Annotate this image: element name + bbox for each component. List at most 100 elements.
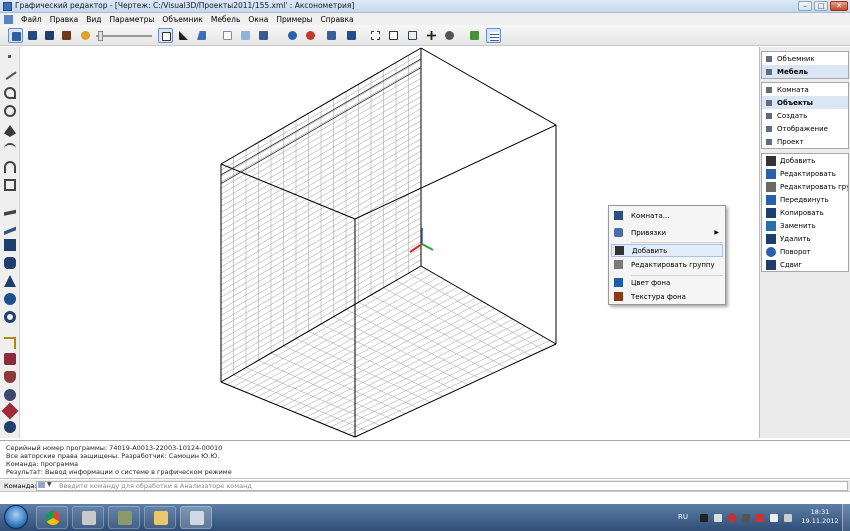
undo-button[interactable] xyxy=(285,28,300,43)
tray-app-icon[interactable] xyxy=(700,514,708,522)
zoom-slider-thumb[interactable] xyxy=(98,31,103,41)
box-tool-icon[interactable] xyxy=(4,239,16,251)
taskbar-chrome[interactable] xyxy=(36,506,68,529)
menu-view[interactable]: Вид xyxy=(82,15,105,24)
section-room[interactable]: Комната xyxy=(762,83,848,96)
view-textured-button[interactable] xyxy=(42,28,57,43)
zoom-window-button[interactable] xyxy=(386,28,401,43)
maximize-button[interactable]: □ xyxy=(814,1,828,11)
shell-tool-icon[interactable] xyxy=(4,421,16,433)
taskbar-editor[interactable] xyxy=(180,506,212,529)
tray-app-icon[interactable] xyxy=(742,514,750,522)
perspective-button[interactable] xyxy=(194,28,209,43)
rectangle-tool-icon[interactable] xyxy=(4,179,16,191)
loft-tool-icon[interactable] xyxy=(4,389,16,401)
menu-parameters[interactable]: Параметры xyxy=(106,15,159,24)
taskbar-app-2[interactable] xyxy=(72,506,104,529)
document-icon[interactable] xyxy=(4,14,13,24)
line-tool-icon[interactable] xyxy=(3,68,17,80)
close-button[interactable]: ✕ xyxy=(830,1,848,11)
open-file-button[interactable] xyxy=(238,28,253,43)
sphere-tool-icon[interactable] xyxy=(4,293,16,305)
ctx-room[interactable]: Комната... xyxy=(611,209,723,222)
render-button[interactable] xyxy=(467,28,482,43)
ellipse-tool-icon[interactable] xyxy=(4,125,16,137)
profile-tool-icon[interactable] xyxy=(4,337,16,349)
section-objects[interactable]: Объекты xyxy=(762,96,848,109)
section-project[interactable]: Проект xyxy=(762,135,848,148)
command-history-icon[interactable] xyxy=(38,482,45,488)
menu-file[interactable]: Файл xyxy=(17,15,46,24)
command-shift[interactable]: Сдвиг xyxy=(762,258,848,271)
command-delete[interactable]: Удалить xyxy=(762,232,848,245)
battery-icon[interactable] xyxy=(770,514,778,522)
tray-app-icon[interactable] xyxy=(756,514,764,522)
taskbar-app-3[interactable] xyxy=(108,506,140,529)
material-button[interactable] xyxy=(59,28,74,43)
ctx-snaps[interactable]: Привязки ▶ xyxy=(611,226,723,239)
cone-tool-icon[interactable] xyxy=(4,275,16,287)
zoom-button[interactable] xyxy=(405,28,420,43)
menu-volume[interactable]: Объемник xyxy=(158,15,206,24)
spline-tool-icon[interactable] xyxy=(4,143,16,155)
circle-tool-icon[interactable] xyxy=(4,105,16,117)
pan-button[interactable] xyxy=(424,28,439,43)
command-add[interactable]: Добавить xyxy=(762,154,848,167)
command-edit-group[interactable]: Редактировать гру... xyxy=(762,180,848,193)
point-tool-icon[interactable] xyxy=(8,55,11,58)
plane-tool-icon[interactable] xyxy=(4,209,16,216)
chevron-down-icon[interactable]: ▼ xyxy=(47,481,52,488)
clock[interactable]: 18:31 19.11.2012 xyxy=(800,508,840,526)
ctx-add[interactable]: Добавить xyxy=(611,244,723,257)
command-move[interactable]: Передвинуть xyxy=(762,193,848,206)
menu-examples[interactable]: Примеры xyxy=(272,15,316,24)
section-display[interactable]: Отображение xyxy=(762,122,848,135)
volume-icon[interactable] xyxy=(784,514,792,522)
module-furniture[interactable]: Мебель xyxy=(762,65,848,78)
menu-windows[interactable]: Окна xyxy=(244,15,272,24)
zoom-slider[interactable] xyxy=(96,35,152,37)
sweep-tool-icon[interactable] xyxy=(1,402,19,420)
torus-tool-icon[interactable] xyxy=(4,311,16,323)
show-desktop-button[interactable] xyxy=(842,504,850,531)
output-console[interactable]: Серийный номер программы: 74019-A0013-22… xyxy=(0,440,850,479)
wall-tool-icon[interactable] xyxy=(4,226,16,235)
revolve-tool-icon[interactable] xyxy=(4,371,16,383)
ctx-edit-group[interactable]: Редактировать группу xyxy=(611,258,723,271)
language-indicator[interactable]: RU xyxy=(678,513,688,521)
zoom-extents-button[interactable] xyxy=(368,28,383,43)
cylinder-tool-icon[interactable] xyxy=(4,257,16,269)
section-create[interactable]: Создать xyxy=(762,109,848,122)
menu-furniture[interactable]: Мебель xyxy=(207,15,245,24)
ctx-bg-color[interactable]: Цвет фона xyxy=(611,276,723,289)
module-volume[interactable]: Объемник xyxy=(762,52,848,65)
command-edit[interactable]: Редактировать xyxy=(762,167,848,180)
curve-tool-icon[interactable] xyxy=(4,161,16,173)
start-button[interactable] xyxy=(4,505,28,529)
grid-plan-button[interactable] xyxy=(324,28,339,43)
network-icon[interactable] xyxy=(714,514,722,522)
view-shaded-button[interactable] xyxy=(25,28,40,43)
arc-tool-icon[interactable] xyxy=(4,87,16,99)
rotate-view-button[interactable] xyxy=(442,28,457,43)
command-replace[interactable]: Заменить xyxy=(762,219,848,232)
command-input[interactable]: Введите команду для обработки в Анализат… xyxy=(36,481,848,491)
view-solid-button[interactable] xyxy=(8,28,23,43)
frame-view-button[interactable] xyxy=(158,28,173,43)
menu-help[interactable]: Справка xyxy=(317,15,358,24)
menu-edit[interactable]: Правка xyxy=(46,15,83,24)
camera-button[interactable] xyxy=(344,28,359,43)
command-copy[interactable]: Копировать xyxy=(762,206,848,219)
minimize-button[interactable]: – xyxy=(798,1,812,11)
save-button[interactable] xyxy=(256,28,271,43)
app-icon[interactable] xyxy=(3,2,12,11)
command-rotate[interactable]: Поворот xyxy=(762,245,848,258)
taskbar-explorer[interactable] xyxy=(144,506,176,529)
extrude-tool-icon[interactable] xyxy=(4,353,16,365)
grid-toggle-button[interactable] xyxy=(486,28,501,43)
ctx-bg-texture[interactable]: Текстура фона xyxy=(611,290,723,303)
light-button[interactable] xyxy=(78,28,93,43)
axonometry-button[interactable] xyxy=(176,28,191,43)
redo-button[interactable] xyxy=(303,28,318,43)
new-file-button[interactable] xyxy=(220,28,235,43)
